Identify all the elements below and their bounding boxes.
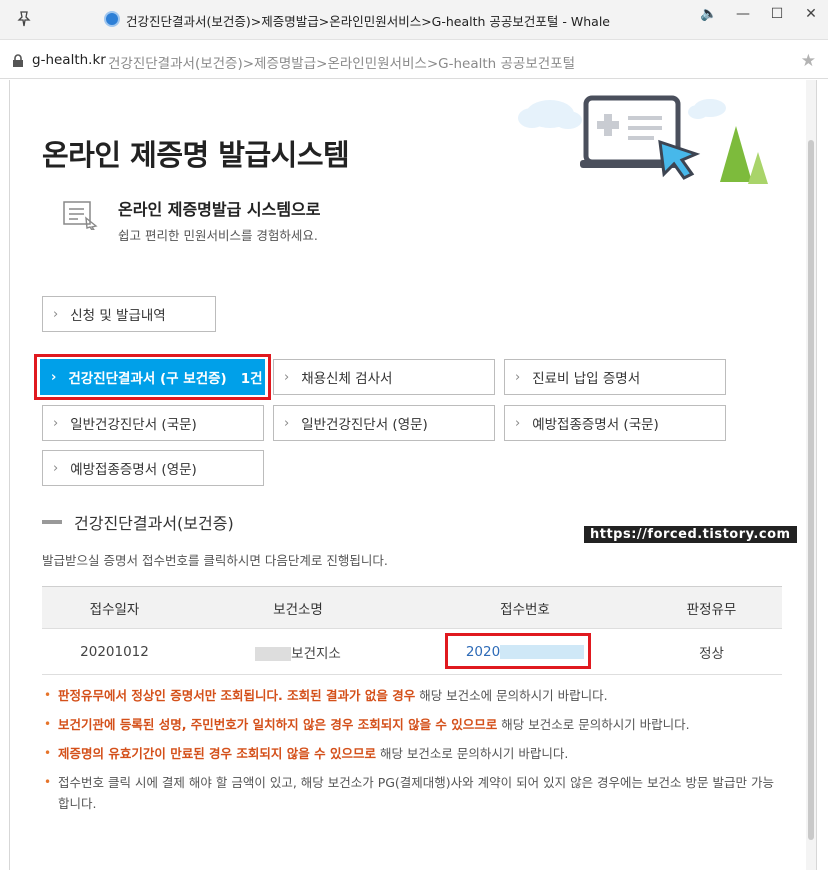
- pin-icon[interactable]: [14, 9, 34, 29]
- bookmark-star-icon[interactable]: ★: [801, 51, 816, 71]
- section-title: 건강진단결과서(보건증): [74, 510, 234, 534]
- cell-center: 보건지소: [187, 629, 409, 675]
- certificate-illustration: [510, 86, 780, 196]
- window-title: 건강진단결과서(보건증)>제증명발급>온라인민원서비스>G-health 공공보…: [126, 11, 610, 30]
- url-domain: g-health.kr: [32, 52, 106, 68]
- notice-emphasis: 제증명의 유효기간이 만료된 경우 조회되지 않을 수 있으므로: [58, 746, 376, 761]
- cloud-icon: [688, 99, 726, 119]
- cloud-icon: [518, 100, 582, 129]
- chevron-right-icon: ›: [53, 307, 58, 322]
- url-page-title: 건강진단결과서(보건증)>제증명발급>온라인민원서비스>G-health 공공보…: [108, 52, 575, 72]
- document-pen-icon: [62, 200, 102, 230]
- chevron-right-icon: ›: [51, 370, 56, 385]
- vertical-scrollbar[interactable]: [806, 80, 816, 870]
- page-title: 온라인 제증명 발급시스템: [42, 132, 349, 174]
- page-viewport: 온라인 제증명 발급시스템: [9, 80, 817, 870]
- column-header-result: 판정유무: [641, 587, 782, 629]
- chevron-right-icon: ›: [53, 461, 58, 476]
- column-header-center: 보건소명: [187, 587, 409, 629]
- health-result-button[interactable]: › 건강진단결과서 (구 보건증) 1건: [40, 359, 265, 395]
- minimize-button[interactable]: —: [726, 0, 760, 28]
- list-item: 보건기관에 등록된 성명, 주민번호가 일치하지 않은 경우 조회되지 않을 수…: [42, 714, 782, 735]
- cell-result: 정상: [641, 629, 782, 675]
- list-item: 접수번호 클릭 시에 결제 해야 할 금액이 있고, 해당 보건소가 PG(결제…: [42, 772, 782, 814]
- notice-text: 접수번호 클릭 시에 결제 해야 할 금액이 있고, 해당 보건소가 PG(결제…: [58, 775, 774, 811]
- notice-text: 해당 보건소에 문의하시기 바랍니다.: [415, 688, 607, 703]
- site-favicon-icon: [104, 11, 120, 27]
- vaccine-kr-button[interactable]: › 예방접종증명서 (국문): [504, 405, 726, 441]
- notice-list: 판정유무에서 정상인 증명서만 조회됩니다. 조회된 결과가 없을 경우 해당 …: [42, 685, 782, 822]
- highlight-box-receipt: [445, 633, 591, 669]
- notice-emphasis: 판정유무에서 정상인 증명서만 조회됩니다. 조회된 결과가 없을 경우: [58, 688, 415, 703]
- tree-icon: [720, 126, 768, 184]
- table-row: 20201012 보건지소 2020 정상: [42, 629, 782, 675]
- general-health-kr-label: 일반건강진단서 (국문): [70, 413, 197, 433]
- chevron-right-icon: ›: [515, 370, 520, 385]
- results-table: 접수일자 보건소명 접수번호 판정유무 20201012 보건지소 2020 정…: [42, 586, 782, 675]
- maximize-button[interactable]: ☐: [760, 0, 794, 28]
- vaccine-en-label: 예방접종증명서 (영문): [70, 458, 197, 478]
- history-button-label: 신청 및 발급내역: [70, 304, 166, 324]
- notice-text: 해당 보건소로 문의하시기 바랍니다.: [376, 746, 568, 761]
- intro-description: 쉽고 편리한 민원서비스를 경험하세요.: [118, 225, 318, 244]
- lock-icon: [12, 54, 24, 68]
- chevron-right-icon: ›: [284, 370, 289, 385]
- window-controls: 🔈 — ☐ ✕: [692, 0, 828, 28]
- cursor-icon: [660, 142, 696, 178]
- guide-text: 발급받으실 증명서 접수번호를 클릭하시면 다음단계로 진행됩니다.: [42, 550, 388, 569]
- notice-text: 해당 보건소로 문의하시기 바랍니다.: [497, 717, 689, 732]
- vaccine-en-button[interactable]: › 예방접종증명서 (영문): [42, 450, 264, 486]
- notice-emphasis: 보건기관에 등록된 성명, 주민번호가 일치하지 않은 경우 조회되지 않을 수…: [58, 717, 497, 732]
- close-button[interactable]: ✕: [794, 0, 828, 28]
- medical-fee-label: 진료비 납입 증명서: [532, 367, 640, 387]
- history-button[interactable]: › 신청 및 발급내역: [42, 296, 216, 332]
- cell-receipt: 2020: [409, 629, 641, 675]
- volume-icon[interactable]: 🔈: [692, 0, 726, 28]
- chevron-right-icon: ›: [53, 416, 58, 431]
- health-result-count: 1건: [241, 367, 263, 387]
- section-heading: 건강진단결과서(보건증): [42, 510, 234, 534]
- list-item: 판정유무에서 정상인 증명서만 조회됩니다. 조회된 결과가 없을 경우 해당 …: [42, 685, 782, 706]
- table-header-row: 접수일자 보건소명 접수번호 판정유무: [42, 587, 782, 629]
- general-health-en-button[interactable]: › 일반건강진단서 (영문): [273, 405, 495, 441]
- masked-center-name: [255, 647, 291, 661]
- medical-fee-button[interactable]: › 진료비 납입 증명서: [504, 359, 726, 395]
- column-header-receipt: 접수번호: [409, 587, 641, 629]
- general-health-en-label: 일반건강진단서 (영문): [301, 413, 428, 433]
- watermark-text: https://forced.tistory.com: [584, 526, 797, 543]
- column-header-date: 접수일자: [42, 587, 187, 629]
- employment-exam-label: 채용신체 검사서: [301, 367, 392, 387]
- employment-exam-button[interactable]: › 채용신체 검사서: [273, 359, 495, 395]
- chevron-right-icon: ›: [515, 416, 520, 431]
- intro-title: 온라인 제증명발급 시스템으로: [118, 196, 321, 220]
- cell-date: 20201012: [42, 629, 187, 675]
- vaccine-kr-label: 예방접종증명서 (국문): [532, 413, 659, 433]
- section-bar: [42, 520, 62, 524]
- scrollbar-thumb[interactable]: [808, 140, 814, 840]
- chevron-right-icon: ›: [284, 416, 289, 431]
- cell-center-text: 보건지소: [291, 646, 341, 662]
- general-health-kr-button[interactable]: › 일반건강진단서 (국문): [42, 405, 264, 441]
- address-bar[interactable]: g-health.kr 건강진단결과서(보건증)>제증명발급>온라인민원서비스>…: [0, 41, 828, 79]
- health-result-label: 건강진단결과서 (구 보건증): [68, 367, 226, 387]
- window-titlebar: 건강진단결과서(보건증)>제증명발급>온라인민원서비스>G-health 공공보…: [0, 0, 828, 40]
- list-item: 제증명의 유효기간이 만료된 경우 조회되지 않을 수 있으므로 해당 보건소로…: [42, 743, 782, 764]
